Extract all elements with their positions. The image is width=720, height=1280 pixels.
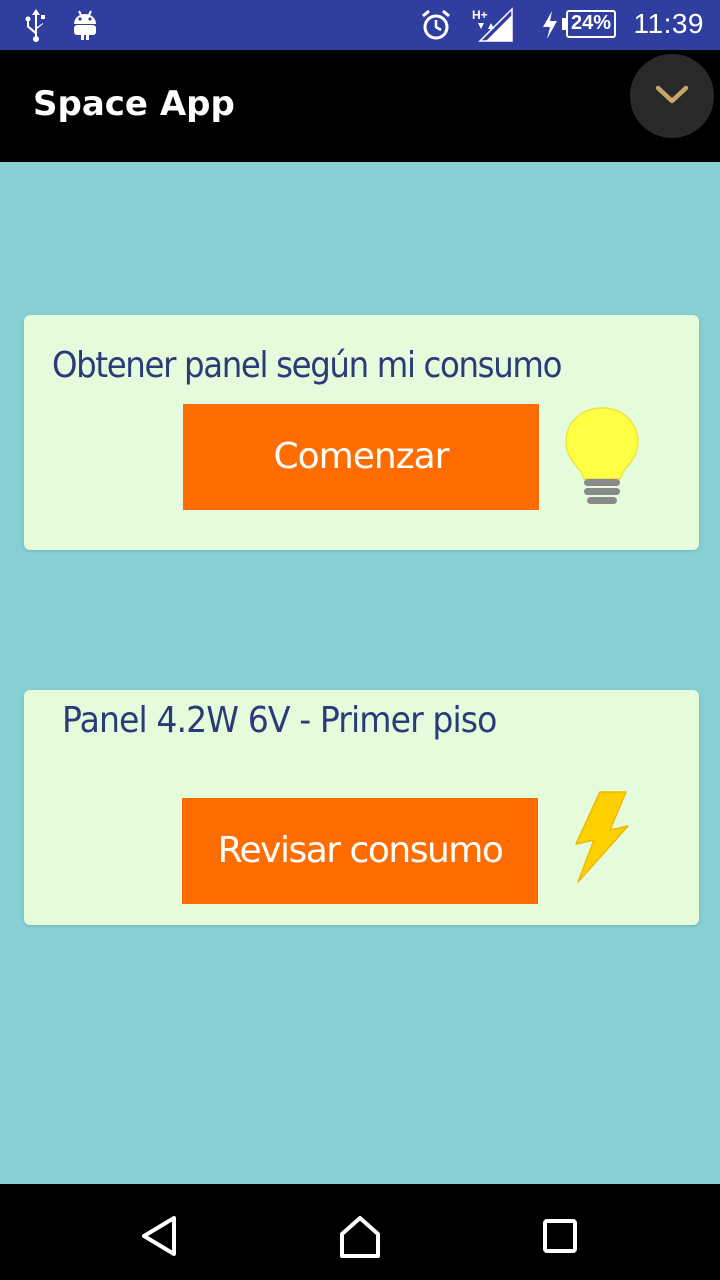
lightbulb-icon	[562, 405, 642, 511]
alarm-icon	[420, 7, 452, 47]
battery-icon: 24%	[566, 10, 616, 38]
navigation-bar	[0, 1184, 720, 1280]
overflow-menu-button[interactable]	[630, 54, 714, 138]
charging-icon	[540, 7, 560, 47]
back-button[interactable]	[130, 1206, 190, 1266]
panel-info-card: Panel 4.2W 6V - Primer piso Revisar cons…	[24, 690, 699, 925]
status-time: 11:39	[633, 8, 704, 39]
status-bar: H+ 24% 11:39	[0, 0, 720, 50]
chevron-down-icon	[655, 85, 689, 104]
card-title: Obtener panel según mi consumo	[52, 345, 562, 386]
app-title: Space App	[33, 84, 235, 124]
svg-text:H+: H+	[472, 8, 488, 22]
recents-icon	[543, 1219, 577, 1253]
home-button[interactable]	[330, 1206, 390, 1266]
check-consumption-button[interactable]: Revisar consumo	[182, 798, 538, 904]
lightning-icon	[572, 790, 636, 890]
signal-icon: H+	[472, 7, 516, 47]
usb-icon	[22, 7, 50, 47]
app-bar: Space App	[0, 50, 720, 162]
home-icon	[340, 1216, 380, 1258]
back-icon	[142, 1216, 176, 1256]
android-icon	[72, 7, 98, 47]
recents-button[interactable]	[530, 1206, 590, 1266]
card-title: Panel 4.2W 6V - Primer piso	[62, 700, 497, 741]
panel-recommendation-card: Obtener panel según mi consumo Comenzar	[24, 315, 699, 550]
start-button[interactable]: Comenzar	[183, 404, 539, 510]
